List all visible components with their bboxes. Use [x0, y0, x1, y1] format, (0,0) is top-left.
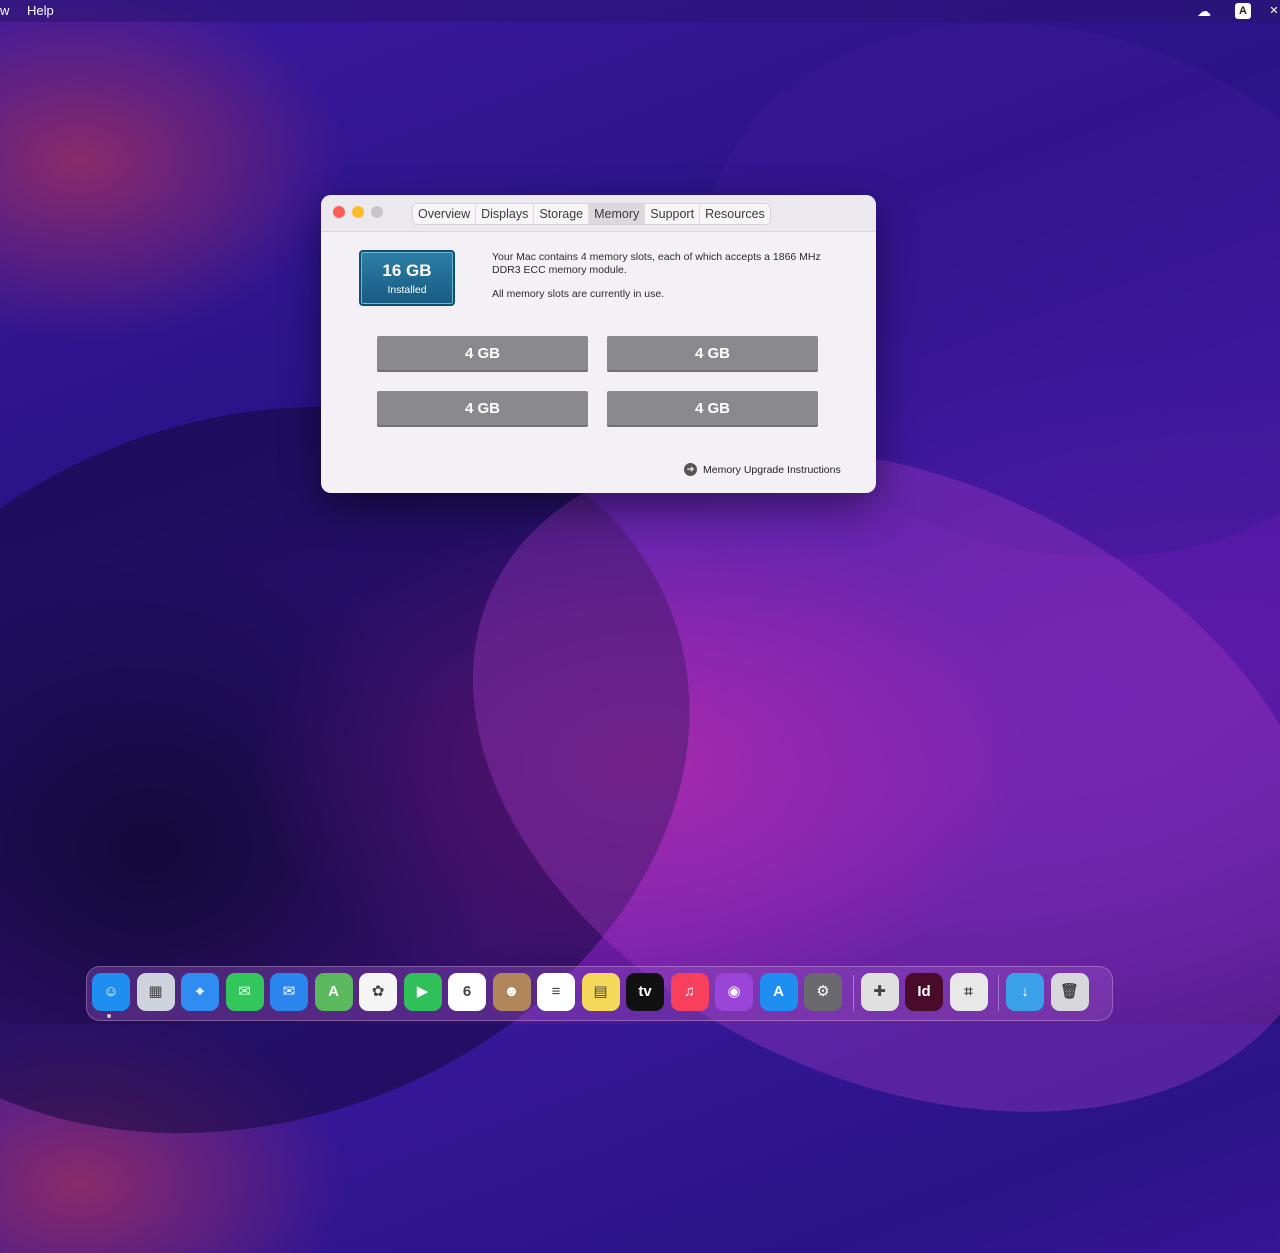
memory-slot: 4 GB [377, 391, 588, 427]
dock-messages-icon[interactable]: ✉ [225, 973, 264, 1011]
close-button[interactable] [333, 206, 345, 218]
tab-storage[interactable]: Storage [534, 204, 590, 224]
installed-memory-size: 16 GB [382, 261, 432, 280]
minimize-button[interactable] [352, 206, 364, 218]
dock-trash-icon[interactable]: 🗑 [1050, 973, 1089, 1011]
dock-downloads-folder-icon[interactable]: ↓ [1006, 973, 1044, 1011]
dock-notes-icon[interactable]: ▤ [581, 973, 620, 1011]
memory-slots-description: Your Mac contains 4 memory slots, each o… [492, 251, 821, 276]
memory-upgrade-link[interactable]: ➔ Memory Upgrade Instructions [684, 463, 841, 476]
zoom-button[interactable] [371, 206, 383, 218]
input-source-icon[interactable]: A [1235, 3, 1251, 19]
tab-resources[interactable]: Resources [700, 204, 770, 224]
tab-support[interactable]: Support [645, 204, 701, 224]
installed-memory-badge: 16 GB Installed [359, 250, 455, 306]
dock-safari-icon[interactable]: ⌖ [181, 973, 219, 1011]
menu-item-window[interactable]: w [0, 3, 9, 18]
dock-maps-icon[interactable]: A [314, 973, 353, 1011]
running-indicator [107, 1014, 111, 1018]
tab-memory[interactable]: Memory [589, 204, 646, 224]
close-x-icon[interactable]: ✕ [1266, 3, 1280, 19]
about-this-mac-window: Overview Displays Storage Memory Support… [321, 195, 876, 493]
arrow-right-circle-icon: ➔ [684, 463, 697, 476]
menu-bar: w Help ☁ A ✕ [0, 0, 1280, 22]
dock-mail-icon[interactable]: ✉ [270, 973, 308, 1011]
dock-separator [998, 975, 999, 1011]
memory-upgrade-label: Memory Upgrade Instructions [703, 463, 841, 476]
dock-podcasts-icon[interactable]: ◉ [715, 973, 753, 1011]
memory-slot: 4 GB [607, 336, 818, 372]
tab-displays[interactable]: Displays [476, 204, 535, 224]
dock-indesign-icon[interactable]: Id [905, 973, 943, 1011]
tab-overview[interactable]: Overview [413, 204, 477, 224]
dock-app-store-icon[interactable]: A [759, 973, 798, 1011]
installed-memory-label: Installed [387, 284, 427, 296]
dock-launchpad-icon[interactable]: ▦ [136, 973, 175, 1011]
dock-photos-icon[interactable]: ✿ [359, 973, 397, 1011]
dock-screenshot-utility-icon[interactable]: ⌗ [949, 973, 988, 1011]
dock-contacts-icon[interactable]: ☻ [492, 973, 531, 1011]
menu-item-help[interactable]: Help [27, 3, 54, 18]
dock-system-preferences-icon[interactable]: ⚙ [804, 973, 842, 1011]
dock-calendar-icon[interactable]: 6 [448, 973, 486, 1011]
dock-music-icon[interactable]: ♫ [670, 973, 709, 1011]
memory-slot: 4 GB [377, 336, 588, 372]
tab-bar: Overview Displays Storage Memory Support… [412, 203, 771, 225]
dock-apple-tv-icon[interactable]: tv [626, 973, 664, 1011]
title-bar: Overview Displays Storage Memory Support… [321, 195, 876, 232]
dock-reminders-icon[interactable]: ≡ [537, 973, 575, 1011]
memory-slot: 4 GB [607, 391, 818, 427]
memory-description: Your Mac contains 4 memory slots, each o… [492, 251, 822, 312]
dock: ☺ ▦ ⌖ ✉ ✉ A ✿ ▶ 6 ☻ ≡ ▤ tv ♫ ◉ A ⚙ ✚ Id ⌗ ↓ 🗑 [86, 966, 1113, 1021]
memory-slots-status: All memory slots are currently in use. [492, 288, 665, 300]
dock-finder-icon[interactable]: ☺ [92, 973, 130, 1011]
dock-system-information-icon[interactable]: ✚ [860, 973, 899, 1011]
dock-facetime-icon[interactable]: ▶ [403, 973, 442, 1011]
dock-separator [852, 975, 854, 1011]
creative-cloud-icon[interactable]: ☁ [1196, 3, 1212, 19]
